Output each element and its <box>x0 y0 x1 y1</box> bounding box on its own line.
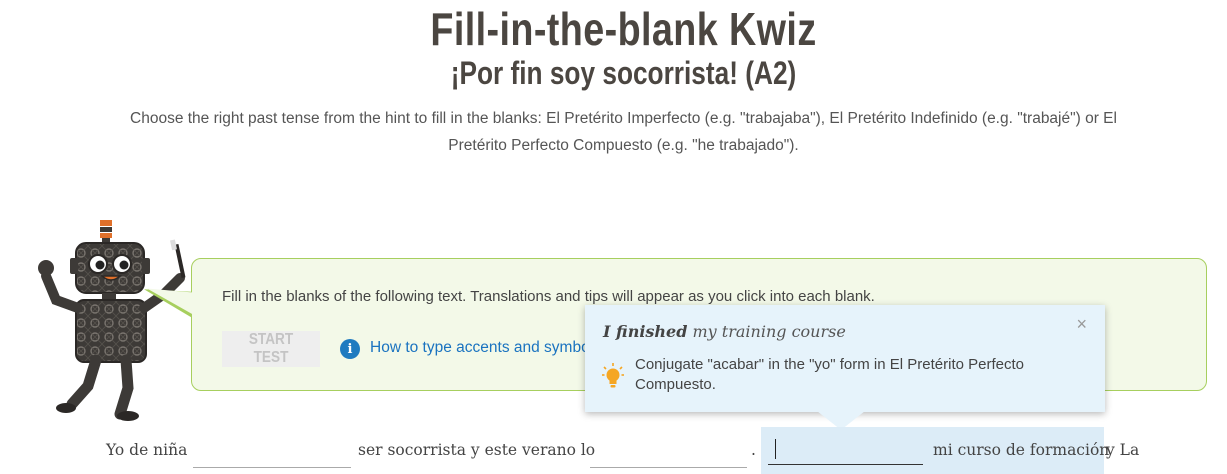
hint-tooltip: I finished my training course × Conjugat… <box>585 305 1105 412</box>
tooltip-title: I finished my training course <box>603 322 846 341</box>
exercise-text: Yo de niña ser socorrista y este verano … <box>0 427 1227 474</box>
page-subtitle: ¡Por fin soy socorrista! (A2) <box>450 55 797 91</box>
blank-input-1[interactable] <box>193 437 351 468</box>
robot-mascot-illustration <box>38 220 186 421</box>
hint-box-text: Fill in the blanks of the following text… <box>222 288 875 305</box>
exercise-segment-1: Yo de niña <box>106 441 188 459</box>
lightbulb-icon <box>602 363 624 388</box>
start-test-label: START TEST <box>248 331 294 366</box>
blank-input-3-active[interactable] <box>768 434 923 465</box>
exercise-segment-2: ser socorrista y este verano lo <box>358 441 596 459</box>
tooltip-title-bold: I finished <box>603 322 688 341</box>
exercise-segment-4: mi curso de formación <box>933 441 1110 459</box>
start-test-button[interactable]: START TEST <box>222 331 320 367</box>
page-title: Fill-in-the-blank Kwiz <box>430 3 817 55</box>
accents-help-link[interactable]: How to type accents and symbols <box>370 339 586 357</box>
blank-input-2[interactable] <box>590 437 747 468</box>
close-icon[interactable]: × <box>1076 314 1087 335</box>
exercise-segment-5: y La <box>1106 441 1140 459</box>
tooltip-title-rest: my training course <box>687 322 846 341</box>
exercise-segment-3: . <box>751 441 756 459</box>
instructions-text: Choose the right past tense from the hin… <box>130 110 1117 154</box>
text-caret <box>775 439 776 459</box>
tooltip-hint-text: Conjugate "acabar" in the "yo" form in E… <box>635 356 1024 393</box>
info-icon[interactable]: i <box>340 339 360 359</box>
